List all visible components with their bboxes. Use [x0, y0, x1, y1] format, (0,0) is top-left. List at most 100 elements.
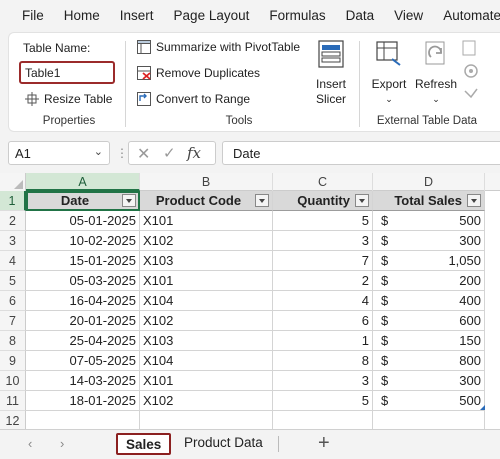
column-header-a[interactable]: A: [26, 173, 140, 191]
filter-dropdown-icon[interactable]: [355, 194, 369, 207]
row-header[interactable]: 1: [0, 191, 26, 211]
row-header[interactable]: 3: [0, 231, 26, 251]
sheet-tab-sales[interactable]: Sales: [116, 433, 172, 455]
menu-data[interactable]: Data: [336, 0, 385, 32]
product-code-cell[interactable]: X103: [140, 331, 273, 351]
export-button[interactable]: Export ⌄: [365, 39, 413, 107]
total-sales-cell[interactable]: $300: [373, 231, 485, 251]
date-cell[interactable]: 14-03-2025: [26, 371, 140, 391]
insert-slicer-button[interactable]: Insert Slicer: [307, 39, 355, 107]
date-cell[interactable]: 10-02-2025: [26, 231, 140, 251]
quantity-cell[interactable]: 6: [273, 311, 373, 331]
row-header[interactable]: 10: [0, 371, 26, 391]
date-cell[interactable]: 18-01-2025: [26, 391, 140, 411]
chevron-down-icon[interactable]: ⌄: [94, 145, 103, 158]
row-header[interactable]: 4: [0, 251, 26, 271]
row-header[interactable]: 11: [0, 391, 26, 411]
menu-file[interactable]: File: [0, 0, 54, 32]
remove-duplicates-button[interactable]: Remove Duplicates: [137, 66, 260, 80]
quantity-cell[interactable]: 7: [273, 251, 373, 271]
cancel-icon[interactable]: ✕: [137, 144, 150, 164]
filter-dropdown-icon[interactable]: [467, 194, 481, 207]
row-header[interactable]: 7: [0, 311, 26, 331]
resize-table-button[interactable]: Resize Table: [25, 92, 112, 106]
total-sales-cell[interactable]: $200: [373, 271, 485, 291]
prev-sheet-icon[interactable]: ‹: [28, 436, 32, 451]
summarize-pivottable-button[interactable]: Summarize with PivotTable: [137, 40, 300, 54]
row-header[interactable]: 12: [0, 411, 26, 429]
quantity-cell[interactable]: 8: [273, 351, 373, 371]
column-header-d[interactable]: D: [373, 173, 485, 191]
menu-insert[interactable]: Insert: [110, 0, 164, 32]
quantity-cell[interactable]: 2: [273, 271, 373, 291]
quantity-cell[interactable]: 1: [273, 331, 373, 351]
product-code-cell[interactable]: X102: [140, 311, 273, 331]
row-header[interactable]: 8: [0, 331, 26, 351]
quantity-cell[interactable]: 3: [273, 371, 373, 391]
menu-page-layout[interactable]: Page Layout: [164, 0, 260, 32]
row-header[interactable]: 6: [0, 291, 26, 311]
empty-cell[interactable]: [26, 411, 140, 429]
formula-input[interactable]: Date: [222, 141, 500, 165]
table-name-input[interactable]: Table1: [19, 61, 115, 84]
menu-automate[interactable]: Automate: [433, 0, 500, 32]
product-code-cell[interactable]: X104: [140, 351, 273, 371]
product-code-cell[interactable]: X103: [140, 251, 273, 271]
quantity-cell[interactable]: 4: [273, 291, 373, 311]
formula-bar-grip-icon[interactable]: ⋮: [116, 146, 128, 160]
header-cell-date[interactable]: Date: [26, 191, 140, 211]
add-sheet-button[interactable]: +: [318, 432, 330, 455]
quantity-cell[interactable]: 5: [273, 211, 373, 231]
menu-view[interactable]: View: [384, 0, 433, 32]
filter-dropdown-icon[interactable]: [255, 194, 269, 207]
date-cell[interactable]: 05-03-2025: [26, 271, 140, 291]
date-cell[interactable]: 20-01-2025: [26, 311, 140, 331]
convert-to-range-button[interactable]: Convert to Range: [137, 92, 250, 106]
product-code-cell[interactable]: X101: [140, 271, 273, 291]
menu-home[interactable]: Home: [54, 0, 110, 32]
enter-check-icon[interactable]: ✓: [163, 144, 176, 162]
product-code-cell[interactable]: X102: [140, 391, 273, 411]
total-sales-cell[interactable]: $150: [373, 331, 485, 351]
refresh-button[interactable]: Refresh ⌄: [413, 39, 459, 107]
product-code-cell[interactable]: X101: [140, 211, 273, 231]
date-cell[interactable]: 15-01-2025: [26, 251, 140, 271]
row-header[interactable]: 2: [0, 211, 26, 231]
column-header-c[interactable]: C: [273, 173, 373, 191]
total-sales-cell[interactable]: $400: [373, 291, 485, 311]
total-sales-cell[interactable]: $600: [373, 311, 485, 331]
total-sales-cell[interactable]: $500: [373, 211, 485, 231]
quantity-cell[interactable]: 5: [273, 391, 373, 411]
sheet-tab-product-data[interactable]: Product Data: [176, 433, 271, 455]
header-cell-product-code[interactable]: Product Code: [140, 191, 273, 211]
empty-cell[interactable]: [140, 411, 273, 429]
product-code-cell[interactable]: X104: [140, 291, 273, 311]
name-box[interactable]: A1 ⌄: [8, 141, 110, 165]
total-sales-cell[interactable]: $800: [373, 351, 485, 371]
column-header-b[interactable]: B: [140, 173, 273, 191]
refresh-icon: [425, 41, 445, 65]
date-cell[interactable]: 07-05-2025: [26, 351, 140, 371]
date-cell[interactable]: 05-01-2025: [26, 211, 140, 231]
header-cell-quantity[interactable]: Quantity: [273, 191, 373, 211]
empty-cell[interactable]: [273, 411, 373, 429]
table-row: 11 18-01-2025 X102 5 $500: [0, 391, 500, 411]
total-sales-cell[interactable]: $300: [373, 371, 485, 391]
date-cell[interactable]: 16-04-2025: [26, 291, 140, 311]
filter-dropdown-icon[interactable]: [122, 194, 136, 207]
next-sheet-icon[interactable]: ›: [60, 436, 64, 451]
product-code-cell[interactable]: X101: [140, 371, 273, 391]
row-header[interactable]: 9: [0, 351, 26, 371]
date-cell[interactable]: 25-04-2025: [26, 331, 140, 351]
empty-cell[interactable]: [373, 411, 485, 429]
quantity-cell[interactable]: 3: [273, 231, 373, 251]
select-all-corner[interactable]: [0, 173, 26, 191]
total-sales-cell[interactable]: $1,050: [373, 251, 485, 271]
header-cell-total-sales[interactable]: Total Sales: [373, 191, 485, 211]
menu-formulas[interactable]: Formulas: [259, 0, 335, 32]
table-resize-handle-icon[interactable]: [480, 405, 485, 410]
product-code-cell[interactable]: X102: [140, 231, 273, 251]
total-sales-cell[interactable]: $500: [373, 391, 485, 411]
insert-function-icon[interactable]: fx: [187, 144, 201, 162]
row-header[interactable]: 5: [0, 271, 26, 291]
